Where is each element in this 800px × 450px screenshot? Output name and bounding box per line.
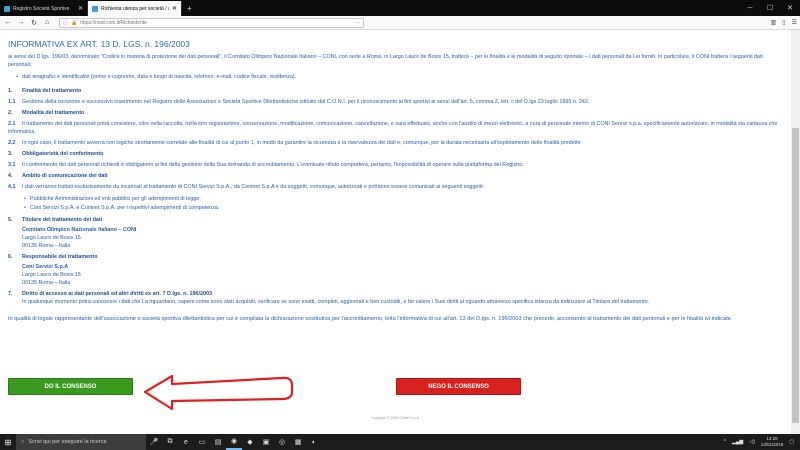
rights-text: In qualunque momento potrà conoscere i d… bbox=[22, 299, 650, 305]
section-item: 1.1 Gestione della iscrizione e successiv… bbox=[8, 99, 590, 105]
accept-consent-button[interactable]: DO IL CONSENSO bbox=[8, 378, 133, 395]
file-explorer-icon[interactable]: ▭ bbox=[194, 434, 210, 450]
notifications-icon[interactable]: ▢ bbox=[789, 439, 794, 445]
section-holder-title: 5. Titolare del trattamento dei dati bbox=[8, 217, 103, 223]
window-controls: ─ ☐ ✕ bbox=[740, 0, 800, 16]
app-icon[interactable]: ▦ bbox=[290, 434, 306, 450]
maximize-icon[interactable]: ☐ bbox=[760, 0, 780, 16]
url-bar[interactable]: ⓘ 🔒 https://rssd.coni.it/Richiedente ··· bbox=[59, 17, 364, 28]
store-icon[interactable]: ▤ bbox=[210, 434, 226, 450]
copyright-text: Copyright © 2016 CoNet S.p.A. bbox=[371, 416, 420, 420]
new-tab-button[interactable]: + bbox=[182, 1, 197, 16]
page-title: INFORMATIVA EX ART. 13 D. LGS. n. 196/20… bbox=[8, 39, 190, 49]
section-title: 1. Finalità del trattamento bbox=[8, 88, 82, 94]
section-title: 2. Modalità del trattamento bbox=[8, 110, 85, 116]
close-window-icon[interactable]: ✕ bbox=[780, 0, 800, 16]
section-item: 4.1 I dati verranno trattati esclusivamen… bbox=[8, 184, 485, 190]
intro-bullet: • dati anagrafici e identificativi (nome… bbox=[16, 74, 297, 80]
app-icon[interactable]: ◆ bbox=[242, 434, 258, 450]
intro-text: ai sensi del D.lgs. 196/03, denominato "… bbox=[8, 54, 763, 68]
section-item: 2.1 Il trattamento dei dati personali pot… bbox=[8, 121, 778, 135]
section-title: 4. Ambito di comunicazione dei dati bbox=[8, 173, 108, 179]
browser-tab-bar: Registro Società Sportive ✕ Richiesta ut… bbox=[0, 0, 800, 16]
taskbar: ⊞ ○ Scrivi qui per eseguire la ricerca 🎤… bbox=[0, 434, 800, 450]
toolbar-icons: ▥ ▯ ☰ bbox=[771, 19, 797, 26]
manager-address: Coni Servizi S.p.A Largo Lauro de Bosis … bbox=[22, 264, 81, 286]
app-icon[interactable]: ◎ bbox=[274, 434, 290, 450]
consent-text: In qualità di legale rappresentante dell… bbox=[8, 316, 733, 322]
info-icon[interactable]: ⓘ bbox=[63, 19, 68, 26]
list-item: Pubbliche Amministrazioni ed enti pubbli… bbox=[24, 195, 783, 203]
windows-start-icon[interactable]: ⊞ bbox=[0, 434, 16, 450]
volume-icon[interactable]: ◁) bbox=[749, 439, 755, 445]
back-icon[interactable]: ← bbox=[3, 19, 13, 26]
section-title: 3. Obbligatorietà del conferimento bbox=[8, 151, 104, 157]
scrollbar-thumb[interactable] bbox=[792, 128, 799, 423]
app-icon[interactable]: ▣ bbox=[258, 434, 274, 450]
home-icon[interactable]: ⌂ bbox=[42, 19, 52, 26]
forward-icon[interactable]: → bbox=[16, 19, 26, 26]
lock-icon: 🔒 bbox=[71, 19, 78, 26]
app-icon[interactable]: ◐ bbox=[306, 434, 322, 450]
minimize-icon[interactable]: ─ bbox=[740, 0, 760, 16]
close-tab-icon[interactable]: ✕ bbox=[78, 5, 83, 12]
tab-richiesta[interactable]: Richiesta utenza per società / asso… ✕ bbox=[88, 1, 182, 16]
menu-icon[interactable]: ☰ bbox=[792, 19, 797, 26]
section-item: 2.2 In ogni caso, il trattamento avverrà … bbox=[8, 140, 581, 146]
search-icon: ○ bbox=[21, 439, 25, 445]
system-tray: ^ ▂▄▆ ◁) 13:28 13/01/2018 ▢ bbox=[724, 436, 800, 448]
favicon-icon bbox=[4, 5, 10, 12]
section-item: 3.1 Il conferimento dei dati personali ri… bbox=[8, 162, 524, 168]
section-manager-title: 6. Responsabile del trattamento bbox=[8, 254, 98, 260]
search-placeholder: Scrivi qui per eseguire la ricerca bbox=[28, 439, 107, 445]
tab-label: Registro Società Sportive bbox=[13, 5, 70, 12]
favicon-icon bbox=[92, 5, 98, 12]
reject-consent-button[interactable]: NEGO IL CONSENSO bbox=[396, 378, 521, 395]
sidebar-icon[interactable]: ▯ bbox=[782, 19, 785, 26]
tray-arrow-icon[interactable]: ^ bbox=[724, 439, 726, 445]
scrollbar[interactable] bbox=[791, 30, 800, 434]
library-icon[interactable]: ▥ bbox=[771, 19, 777, 26]
edge-icon[interactable]: e bbox=[178, 434, 194, 450]
reload-icon[interactable]: ↻ bbox=[29, 19, 39, 27]
network-icon[interactable]: ▂▄▆ bbox=[732, 439, 743, 445]
recipient-list: Pubbliche Amministrazioni ed enti pubbli… bbox=[8, 195, 783, 212]
mic-icon[interactable]: 🎤 bbox=[146, 434, 162, 450]
taskbar-search[interactable]: ○ Scrivi qui per eseguire la ricerca bbox=[16, 434, 146, 450]
section-rights-title: 7. Diritto di accesso ai dati personali e… bbox=[8, 291, 212, 297]
navigation-bar: ← → ↻ ⌂ ⓘ 🔒 https://rssd.coni.it/Richied… bbox=[0, 16, 800, 30]
holder-address: Comitato Olimpico Nazionale Italiano – C… bbox=[22, 227, 137, 249]
tab-label: Richiesta utenza per società / asso… bbox=[101, 5, 169, 12]
list-item: Coni Servizi S.p.A. e Coninet S.p.A. per… bbox=[24, 204, 783, 212]
page-content: INFORMATIVA EX ART. 13 D. LGS. n. 196/20… bbox=[0, 30, 791, 434]
tab-registro[interactable]: Registro Società Sportive ✕ bbox=[0, 1, 88, 16]
task-view-icon[interactable]: ⧉ bbox=[162, 434, 178, 450]
page-actions-icon[interactable]: ··· bbox=[354, 20, 360, 26]
clock[interactable]: 13:28 13/01/2018 bbox=[761, 436, 784, 448]
url-text: https://rssd.coni.it/Richiedente bbox=[80, 19, 147, 26]
sections: 1. Finalità del trattamento 1.1 Gestione de… bbox=[8, 87, 783, 212]
close-tab-icon[interactable]: ✕ bbox=[172, 5, 177, 12]
firefox-icon[interactable]: ◉ bbox=[226, 434, 242, 450]
